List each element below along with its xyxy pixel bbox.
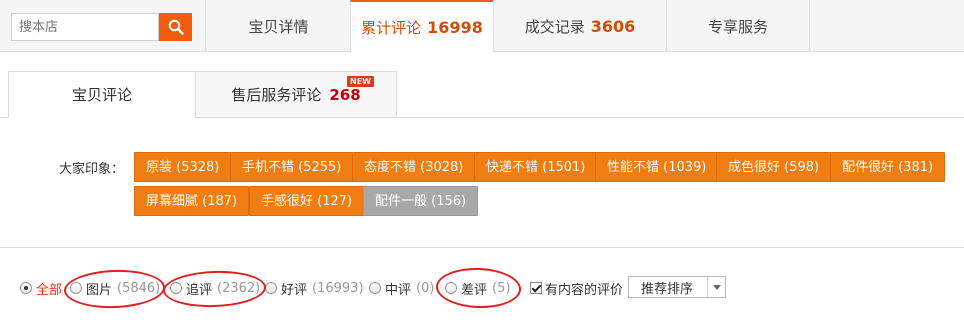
radio-icon[interactable] [170,282,182,294]
shop-search-input[interactable] [11,13,159,41]
impression-tag[interactable]: 态度不错 (3028) [352,152,476,182]
top-tab-bar: 宝贝详情 累计评论 16998 成交记录 3606 专享服务 [0,0,964,53]
filter-count: (2362) [217,280,261,296]
sort-value: 推荐排序 [641,281,694,297]
filter-followup[interactable]: 追评 (2362) [170,279,261,298]
subtab-count: 268 [329,85,361,104]
shop-search [11,13,192,41]
filter-count: (16993) [312,280,364,296]
filter-label: 差评 [461,282,488,298]
filter-pictures[interactable]: 图片 (5846) [70,279,161,298]
filter-bad[interactable]: 差评 (5) [445,279,511,298]
impression-tag[interactable]: 成色很好 (598) [716,152,832,182]
filter-good[interactable]: 好评 (16993) [265,279,364,298]
sort-select[interactable]: 推荐排序 [628,276,726,298]
new-badge: NEW [347,76,374,87]
tab-label: 宝贝详情 [248,17,309,36]
filter-label: 追评 [186,282,213,298]
filter-label: 好评 [281,282,308,298]
radio-icon[interactable] [265,282,277,294]
search-icon [168,19,184,35]
filter-all[interactable]: 全部 [20,279,63,298]
impressions-label: 大家印象： [59,162,125,177]
radio-checked-icon[interactable] [20,282,32,294]
filter-label: 图片 [86,282,113,298]
filter-label: 中评 [385,282,412,298]
search-button[interactable] [159,13,192,41]
radio-icon[interactable] [369,282,381,294]
tab-label: 成交记录 [524,17,585,36]
tab-label: 专享服务 [707,17,768,36]
tab-count: 16998 [427,18,483,37]
filter-count: (0) [416,280,435,296]
tab-count: 3606 [590,16,636,36]
impression-tag[interactable]: 手机不错 (5255) [230,152,354,182]
impression-tag[interactable]: 手感很好 (127) [249,186,365,216]
chevron-down-icon[interactable] [707,277,725,297]
filter-with-content[interactable]: 有内容的评价 [530,279,624,298]
radio-icon[interactable] [70,282,82,294]
subtab-item-reviews[interactable]: 宝贝评论 [8,71,196,118]
tab-item-details[interactable]: 宝贝详情 [205,0,351,52]
checkbox-checked-icon[interactable] [530,282,542,294]
filter-count: (5) [492,280,511,296]
subtab-label: 售后服务评论 [231,86,322,104]
subtab-label: 宝贝评论 [71,86,132,104]
radio-icon[interactable] [445,282,457,294]
filter-count: (5846) [117,280,161,296]
impression-tag[interactable]: 快递不错 (1501) [474,152,598,182]
filter-neutral[interactable]: 中评 (0) [369,279,435,298]
filter-label: 全部 [36,282,63,298]
impression-tag[interactable]: 配件一般 (156) [363,186,479,216]
subtab-after-sales-reviews[interactable]: 售后服务评论 268 NEW [195,71,397,118]
tab-exclusive-service[interactable]: 专享服务 [666,0,810,52]
impression-tag[interactable]: 性能不错 (1039) [595,152,719,182]
impression-tag[interactable]: 原装 (5328) [134,152,232,182]
impression-tag[interactable]: 屏幕细腻 (187) [134,186,250,216]
review-page: 宝贝详情 累计评论 16998 成交记录 3606 专享服务 宝贝评论 售后服务… [0,0,964,327]
tab-transactions[interactable]: 成交记录 3606 [493,0,666,52]
impression-tag[interactable]: 配件很好 (381) [830,152,946,182]
tab-reviews[interactable]: 累计评论 16998 [350,0,493,53]
filter-label: 有内容的评价 [545,282,624,298]
tab-label: 累计评论 [361,19,422,37]
